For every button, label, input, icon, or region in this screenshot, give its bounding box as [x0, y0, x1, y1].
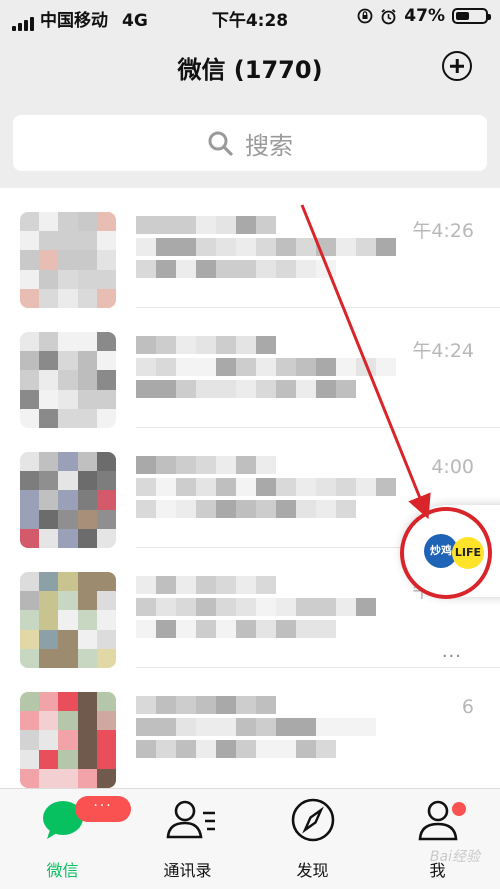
tab-label: 微信 — [46, 861, 79, 880]
tab-discover[interactable]: 发现 — [250, 797, 375, 887]
tab-label: 发现 — [296, 861, 329, 880]
annotation-arrow — [300, 204, 431, 520]
notification-dot — [452, 802, 466, 816]
watermark: Bai经验 — [429, 849, 480, 865]
tab-me[interactable]: 我 — [375, 797, 500, 887]
unread-badge: ··· — [75, 796, 131, 822]
tab-label: 通讯录 — [163, 861, 212, 880]
compass-icon — [291, 798, 334, 842]
tab-contacts[interactable]: 通讯录 — [125, 797, 250, 887]
contacts-icon — [166, 800, 215, 839]
